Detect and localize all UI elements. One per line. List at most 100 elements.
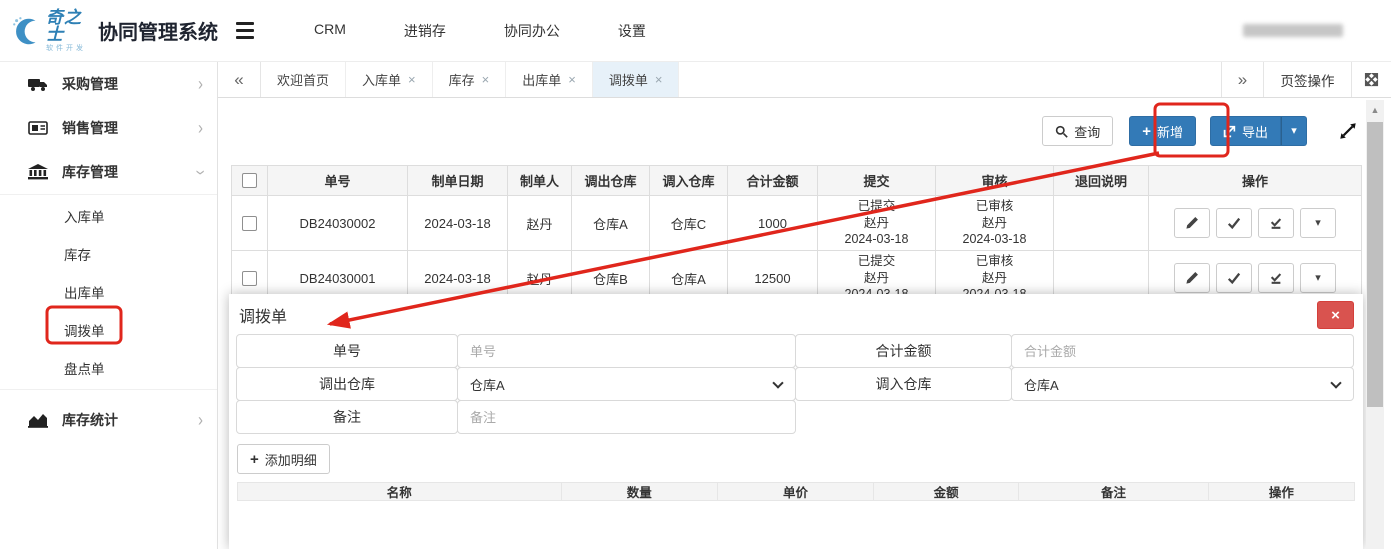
col-operations: 操作 [1149,166,1362,196]
col-from-warehouse: 调出仓库 [572,166,650,196]
col-return-note: 退回说明 [1054,166,1149,196]
transfer-order-dialog: 调拨单 × 单号 合计金额 调出仓库 仓库A 调入仓库 仓库A 备注 [229,294,1363,549]
sidebar-item-outbound-order[interactable]: 出库单 [0,273,217,311]
pencil-icon [1185,216,1199,230]
caret-down-icon: ▾ [1315,218,1321,229]
row-checkbox[interactable] [242,271,257,286]
tab-transfer-order[interactable]: 调拨单 × [593,62,680,97]
truck-icon [28,75,48,93]
check-underline-icon [1269,271,1283,285]
detail-col-amount: 金额 [874,483,1019,500]
close-icon[interactable]: × [482,73,490,86]
export-dropdown-button[interactable]: ▾ [1281,116,1307,146]
app-header: 奇之士 软件开发 协同管理系统 CRM 进销存 协同办公 设置 [0,0,1391,62]
order-no-input[interactable] [458,344,795,359]
inventory-submenu: 入库单 库存 出库单 调拨单 盘点单 [0,194,217,390]
add-detail-button[interactable]: + 添加明细 [237,444,330,474]
export-button[interactable]: 导出 [1210,116,1281,146]
tab-outbound-order[interactable]: 出库单 × [506,62,593,97]
transfer-orders-table: 单号 制单日期 制单人 调出仓库 调入仓库 合计金额 提交 审核 退回说明 操作 [231,165,1362,306]
nav-item-erp[interactable]: 进销存 [404,21,446,41]
cell-order-no: DB24030002 [268,196,408,251]
chart-icon [28,411,48,429]
total-amount-label: 合计金额 [795,334,1012,368]
resize-expand-icon[interactable] [1337,120,1359,142]
chevron-down-icon [772,377,783,388]
tabs-scroll-left-icon[interactable]: « [218,62,261,97]
cell-submit: 已提交赵丹2024-03-18 [818,196,936,251]
select-all-checkbox[interactable] [242,173,257,188]
audit-button[interactable] [1258,263,1294,293]
audit-button[interactable] [1258,208,1294,238]
nav-item-crm[interactable]: CRM [314,21,346,41]
detail-col-qty: 数量 [562,483,718,500]
fullscreen-icon[interactable] [1351,62,1391,97]
tab-label: 出库单 [522,70,561,89]
sidebar-item-label: 库存统计 [62,410,118,430]
search-button[interactable]: 查询 [1042,116,1113,146]
close-icon: × [1331,307,1340,324]
from-warehouse-select[interactable]: 仓库A [457,367,796,401]
submit-button[interactable] [1216,208,1252,238]
close-icon[interactable]: × [655,73,663,86]
from-warehouse-label: 调出仓库 [236,367,458,401]
tab-stock[interactable]: 库存 × [433,62,507,97]
page-title: 协同管理系统 [98,16,218,45]
more-actions-button[interactable]: ▾ [1300,208,1336,238]
plus-icon: + [250,452,259,467]
dialog-close-button[interactable]: × [1317,301,1354,329]
sidebar-item-purchase[interactable]: 采购管理 › [0,62,217,106]
sidebar-toggle-icon[interactable] [236,18,262,44]
tab-operations-button[interactable]: 页签操作 [1263,62,1351,97]
row-checkbox[interactable] [242,216,257,231]
logo: 奇之士 软件开发 协同管理系统 [0,9,218,52]
edit-button[interactable] [1174,208,1210,238]
edit-button[interactable] [1174,263,1210,293]
detail-table-header: 名称 数量 单价 金额 备注 操作 [237,482,1355,501]
tab-inbound-order[interactable]: 入库单 × [346,62,433,97]
nav-item-oa[interactable]: 协同办公 [504,21,560,41]
sidebar-item-inbound-order[interactable]: 入库单 [0,197,217,235]
tab-label: 入库单 [362,70,401,89]
tab-welcome[interactable]: 欢迎首页 [261,62,346,97]
sidebar-item-label: 销售管理 [62,118,118,138]
vertical-scrollbar[interactable]: ▲ [1366,100,1384,549]
brand-subtitle: 软件开发 [46,45,90,52]
order-no-label: 单号 [236,334,458,368]
col-audit: 审核 [936,166,1054,196]
cell-amount: 1000 [728,196,818,251]
chevron-right-icon: › [198,412,203,429]
check-underline-icon [1269,216,1283,230]
sidebar-item-label: 采购管理 [62,74,118,94]
col-maker: 制单人 [508,166,572,196]
tab-bar: « 欢迎首页 入库单 × 库存 × 出库单 × 调拨单 × [218,62,1391,98]
check-icon [1227,271,1241,285]
to-warehouse-select[interactable]: 仓库A [1011,367,1354,401]
close-icon[interactable]: × [568,73,576,86]
add-button[interactable]: + 新增 [1129,116,1196,146]
note-input[interactable] [458,410,795,425]
app-window: 奇之士 软件开发 协同管理系统 CRM 进销存 协同办公 设置 采购管理 › [0,0,1391,549]
scrollbar-thumb[interactable] [1367,122,1383,407]
sidebar-item-inventory[interactable]: 库存管理 › [0,150,217,194]
card-icon [28,119,48,137]
sidebar-item-stock[interactable]: 库存 [0,235,217,273]
scroll-up-icon[interactable]: ▲ [1366,100,1384,120]
sidebar-item-transfer-order[interactable]: 调拨单 [0,311,217,349]
tab-label: 欢迎首页 [277,70,329,89]
col-order-no: 单号 [268,166,408,196]
submit-button[interactable] [1216,263,1252,293]
sidebar-item-inventory-stats[interactable]: 库存统计 › [0,398,217,442]
sidebar-item-sales[interactable]: 销售管理 › [0,106,217,150]
nav-item-settings[interactable]: 设置 [618,21,646,41]
cell-operations: ▾ [1149,196,1362,251]
total-amount-input[interactable] [1012,344,1353,359]
close-icon[interactable]: × [408,73,416,86]
tabs-scroll-right-icon[interactable]: » [1221,62,1263,97]
more-actions-button[interactable]: ▾ [1300,263,1336,293]
sidebar-item-stocktake-order[interactable]: 盘点单 [0,349,217,387]
pencil-icon [1185,271,1199,285]
dialog-title: 调拨单 [237,301,1355,335]
export-button-group: 导出 ▾ [1210,116,1307,146]
chevron-right-icon: › [198,120,203,137]
